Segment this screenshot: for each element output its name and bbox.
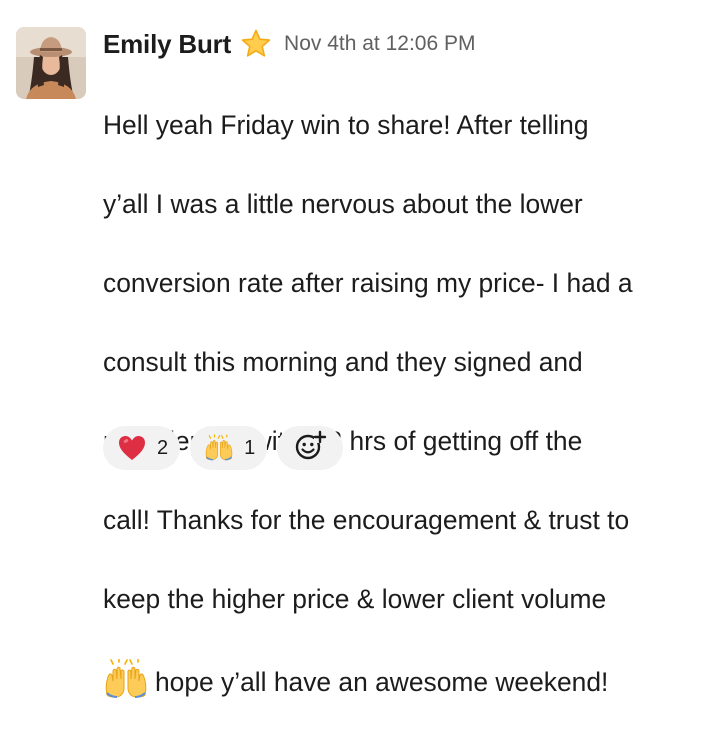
add-reaction-button[interactable] xyxy=(277,426,344,470)
avatar-photo xyxy=(16,27,86,99)
message-content: Emily Burt Nov 4th at 12:06 PM Hell yeah… xyxy=(103,24,713,742)
message-line: conversion rate after raising my price- … xyxy=(103,267,633,298)
message-line: call! Thanks for the encouragement & tru… xyxy=(103,504,630,535)
author-name[interactable]: Emily Burt xyxy=(103,29,231,60)
avatar[interactable] xyxy=(16,27,86,99)
message-header: Emily Burt Nov 4th at 12:06 PM xyxy=(103,24,713,64)
timestamp[interactable]: Nov 4th at 12:06 PM xyxy=(284,32,475,56)
message-line: Hell yeah Friday win to share! After tel… xyxy=(103,109,589,140)
message-line: y’all I was a little nervous about the l… xyxy=(103,188,583,219)
raised-hands-icon xyxy=(103,657,149,699)
message-line: keep the higher price & lower client vol… xyxy=(103,583,607,614)
message-body: Hell yeah Friday win to share! After tel… xyxy=(103,66,707,742)
red-heart-icon xyxy=(117,433,147,463)
reaction-red-heart[interactable]: 2 xyxy=(103,426,181,470)
reactions-bar: 2 1 xyxy=(103,426,344,470)
add-reaction-icon xyxy=(293,429,327,468)
message-line: hope y’all have an awesome weekend! xyxy=(155,666,609,697)
message-last-line: hope y’all have an awesome weekend! xyxy=(103,657,707,703)
raised-hands-icon xyxy=(204,433,234,463)
star-icon[interactable] xyxy=(240,28,272,60)
message: Emily Burt Nov 4th at 12:06 PM Hell yeah… xyxy=(0,0,720,698)
reaction-raised-hands[interactable]: 1 xyxy=(190,426,268,470)
message-line: consult this morning and they signed and xyxy=(103,346,583,377)
reaction-count: 1 xyxy=(244,436,256,459)
reaction-count: 2 xyxy=(157,436,169,459)
